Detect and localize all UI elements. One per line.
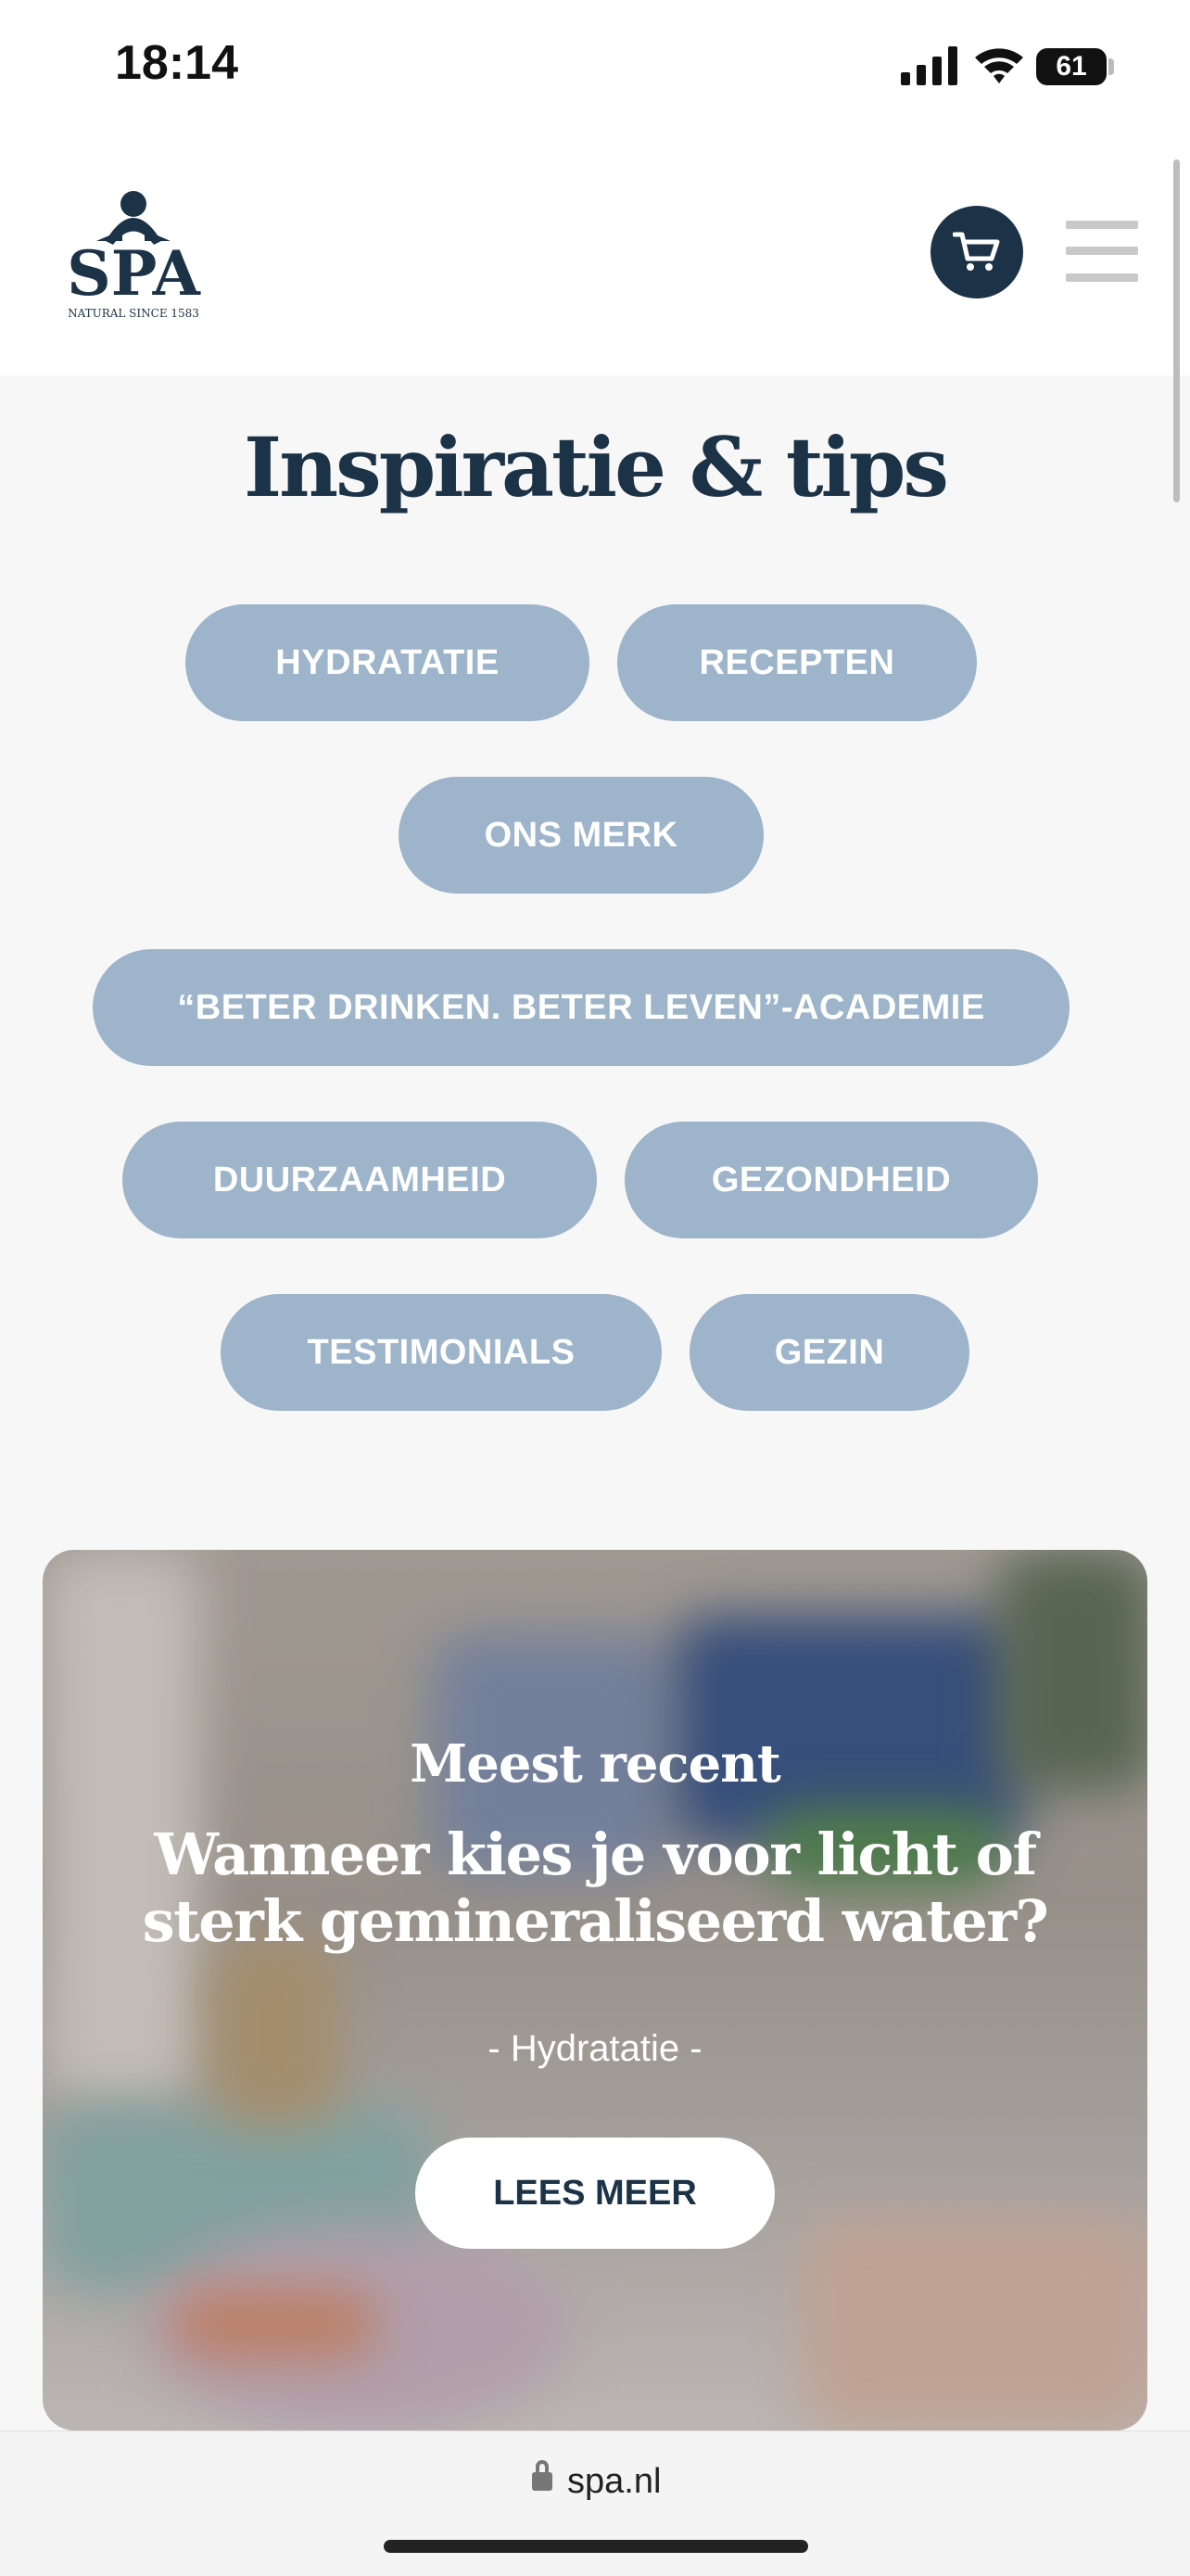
featured-article-card[interactable] xyxy=(43,1550,1147,2430)
url-text[interactable]: spa.nl xyxy=(567,2462,661,2502)
spa-logo[interactable]: SPA NATURAL SINCE 1583 xyxy=(50,176,217,324)
read-more-button[interactable]: LEES MEER xyxy=(415,2138,775,2249)
battery-tip xyxy=(1108,58,1114,75)
category-chip-academie[interactable]: “BETER DRINKEN. BETER LEVEN”-ACADEMIE xyxy=(93,949,1070,1066)
lock-icon xyxy=(532,2472,552,2491)
category-chip-ons-merk[interactable]: ONS MERK xyxy=(399,777,764,894)
cellular-signal-icon xyxy=(901,46,957,85)
menu-bar xyxy=(1066,273,1138,282)
status-bar: 18:14 61 xyxy=(0,0,1190,139)
menu-bar xyxy=(1066,247,1138,255)
browser-url-bar[interactable] xyxy=(0,2430,1190,2576)
wifi-icon xyxy=(975,48,1023,83)
category-chip-recepten[interactable]: RECEPTEN xyxy=(617,604,977,721)
logo-tagline: NATURAL SINCE 1583 xyxy=(68,307,199,320)
hamburger-menu-icon[interactable] xyxy=(1066,221,1138,282)
cart-button[interactable] xyxy=(930,206,1023,298)
hero-overlay xyxy=(43,1550,1147,2430)
hero-title[interactable]: Wanneer kies je voor licht of sterk gemi… xyxy=(111,1821,1079,1955)
menu-bar xyxy=(1066,221,1138,229)
hero-category: - Hydratatie - xyxy=(487,2028,703,2069)
status-time: 18:14 xyxy=(115,36,238,90)
category-chip-gezin[interactable]: GEZIN xyxy=(690,1294,969,1411)
category-chip-hydratatie[interactable]: HYDRATATIE xyxy=(185,604,589,721)
page-title: Inspiratie & tips xyxy=(244,419,949,515)
category-chip-gezondheid[interactable]: GEZONDHEID xyxy=(625,1122,1038,1238)
category-chip-duurzaamheid[interactable]: DUURZAAMHEID xyxy=(122,1122,597,1238)
home-indicator[interactable] xyxy=(384,2540,808,2553)
logo-text: SPA xyxy=(67,237,200,310)
battery-icon: 61 xyxy=(1036,48,1107,85)
hero-kicker: Meest recent xyxy=(410,1733,781,1795)
cart-icon xyxy=(953,232,1000,271)
category-chip-testimonials[interactable]: TESTIMONIALS xyxy=(221,1294,662,1411)
